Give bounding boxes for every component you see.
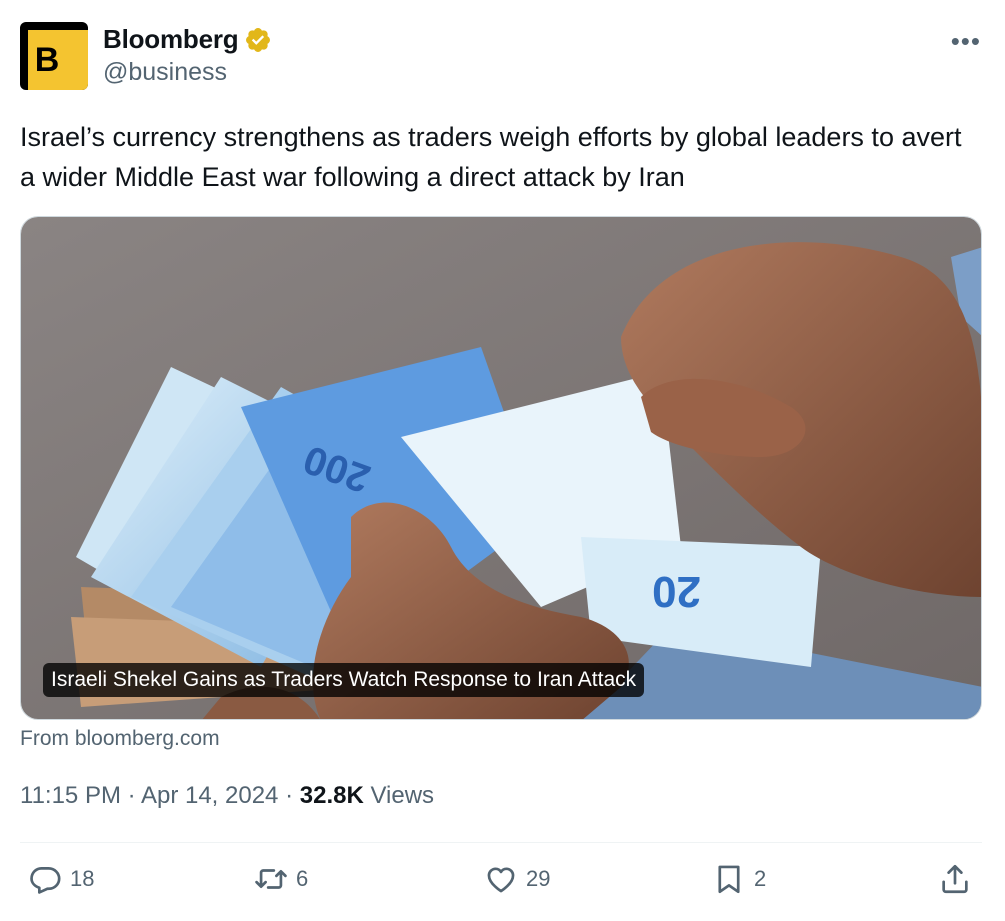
svg-text:20: 20 [652, 567, 701, 616]
retweet-icon [255, 869, 287, 889]
author-name[interactable]: Bloomberg [103, 24, 239, 55]
author-handle[interactable]: @business [103, 58, 227, 87]
reply-count: 18 [70, 866, 95, 891]
meta-separator: · [127, 782, 136, 809]
bookmark-button[interactable]: 2 [712, 862, 766, 896]
avatar[interactable]: B [20, 22, 88, 90]
retweet-count: 6 [296, 866, 309, 891]
heart-icon [487, 867, 515, 893]
reply-icon [30, 867, 61, 894]
views-count: 32.8K [299, 782, 364, 809]
bookmark-count: 2 [754, 866, 767, 891]
share-button[interactable] [938, 862, 972, 896]
reply-button[interactable]: 18 [28, 862, 94, 896]
views-label: Views [370, 782, 435, 809]
tweet-meta: 11:15 PM · Apr 14, 2024 · 32.8K Views [20, 782, 434, 810]
tweet-date[interactable]: Apr 14, 2024 [141, 782, 278, 809]
retweet-button[interactable]: 6 [254, 862, 308, 896]
action-bar: 18 6 29 2 [0, 862, 1005, 904]
card-source[interactable]: From bloomberg.com [20, 727, 220, 751]
like-button[interactable]: 29 [484, 862, 550, 896]
bloomberg-logo: B [28, 30, 88, 90]
tweet-text: Israel’s currency strengthens as traders… [20, 122, 962, 192]
like-count: 29 [526, 866, 551, 891]
meta-separator: · [285, 782, 294, 809]
tweet-time[interactable]: 11:15 PM [20, 782, 121, 809]
divider [20, 842, 982, 843]
bookmark-icon [718, 865, 740, 894]
author-name-row: Bloomberg [103, 24, 272, 55]
avatar-letter: B [34, 40, 60, 79]
share-icon [942, 864, 968, 894]
more-options-icon[interactable]: ••• [951, 26, 981, 57]
card-image: 20 200 [21, 217, 981, 719]
card-headline[interactable]: Israeli Shekel Gains as Traders Watch Re… [43, 663, 645, 697]
link-card[interactable]: 20 200 Israeli Shekel Gains as Traders W… [20, 216, 982, 720]
verified-badge-icon[interactable] [244, 26, 272, 54]
